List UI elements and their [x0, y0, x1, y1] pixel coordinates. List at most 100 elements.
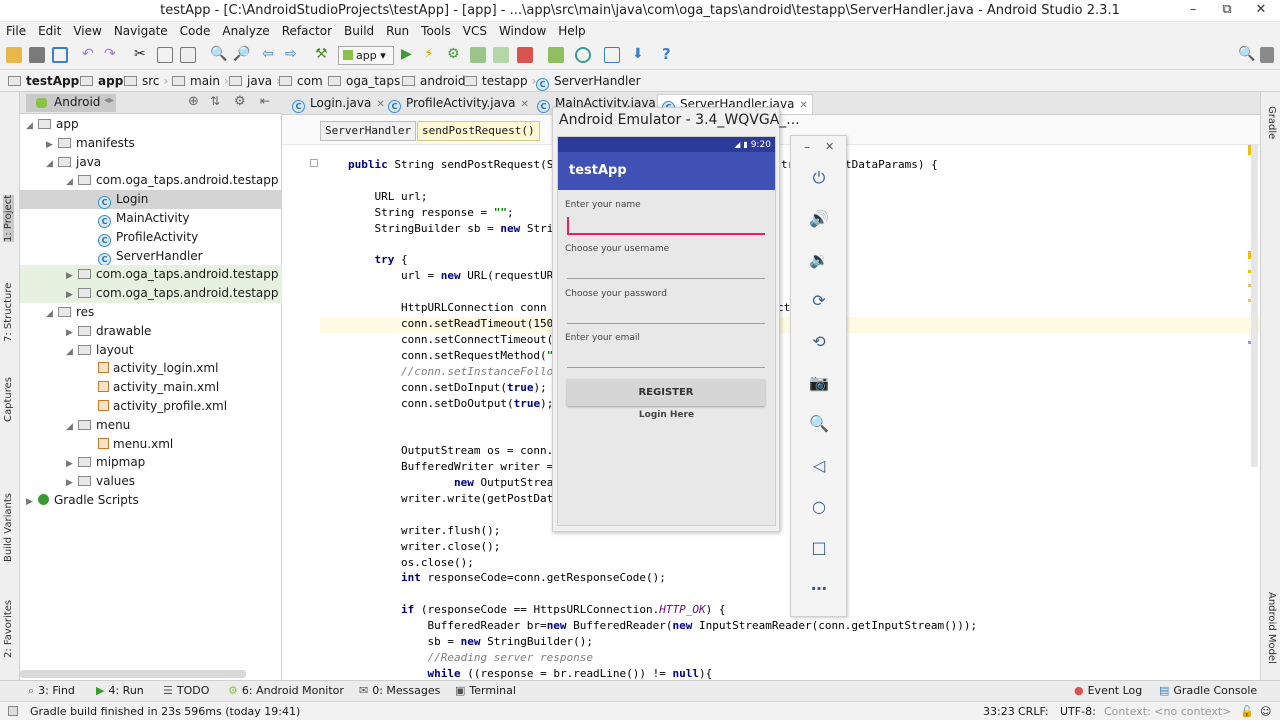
emulator-window[interactable]: Android Emulator - 3.4_WQVGA_... ◢ ▮ 9:20 … [552, 107, 800, 532]
apply-changes-icon[interactable]: ⚡ [424, 47, 440, 63]
scroll-from-source-icon[interactable]: ⊕ [188, 94, 199, 109]
file-encoding[interactable]: UTF-8: [1060, 705, 1096, 718]
tree-node[interactable]: ▶ Gradle Scripts [20, 491, 282, 510]
stop-icon[interactable] [517, 47, 533, 63]
tree-node[interactable]: ▶com.oga_taps.android.testapp(test) [20, 284, 315, 304]
gradle-tool-tab[interactable]: Gradle [1266, 106, 1277, 139]
email-field[interactable] [567, 348, 765, 366]
menu-code[interactable]: Code [174, 22, 217, 38]
overview-icon[interactable]: □ [807, 536, 831, 560]
nav-crumb[interactable]: testApp› [8, 74, 88, 88]
make-project-icon[interactable]: ⚒ [315, 47, 331, 63]
tree-node[interactable]: ◢ app [20, 115, 282, 134]
tree-node[interactable]: activity_main.xml [20, 378, 282, 397]
volume-down-icon[interactable]: 🔉 [807, 248, 831, 272]
more-icon[interactable]: ⋯ [807, 577, 831, 601]
tree-node[interactable]: C ProfileActivity [20, 228, 282, 247]
undo-icon[interactable]: ↶ [82, 47, 98, 63]
menu-tools[interactable]: Tools [415, 22, 457, 38]
inspector-icon[interactable]: ☺ [1260, 705, 1271, 718]
collapse-all-icon[interactable]: ⇅ [210, 94, 220, 108]
menu-edit[interactable]: Edit [32, 22, 67, 38]
tree-node[interactable]: ◢ com.oga_taps.android.testapp [20, 171, 282, 190]
breadcrumb-class[interactable]: ServerHandler [320, 121, 417, 141]
minimize-button[interactable]: – [1176, 0, 1210, 22]
nav-crumb[interactable]: main › [172, 74, 229, 88]
tool-6-android-monitor[interactable]: ⚙ 6: Android Monitor [228, 684, 344, 697]
tree-node[interactable]: ◢ java [20, 153, 282, 172]
tree-node[interactable]: activity_login.xml [20, 359, 282, 378]
settings-gear-icon[interactable]: ⚙ [234, 94, 246, 109]
username-field[interactable] [567, 259, 765, 277]
save-icon[interactable] [29, 47, 45, 63]
nav-crumb[interactable]: java› [229, 74, 281, 88]
context-indicator[interactable]: Context: <no context> [1104, 705, 1231, 718]
camera-icon[interactable]: 📷 [807, 371, 831, 395]
build-variants-tool-tab[interactable]: Build Variants [3, 493, 14, 562]
status-panel-icon[interactable] [8, 706, 18, 716]
debug-icon[interactable]: ⚙ [447, 47, 463, 63]
captures-tool-tab[interactable]: Captures [3, 377, 14, 422]
run-config-select[interactable]: app ▾ [338, 46, 394, 65]
editor-tab[interactable]: C ProfileActivity.java ✕ [384, 94, 533, 114]
copy-icon[interactable] [157, 47, 173, 63]
editor-vertical-scrollbar[interactable] [1251, 145, 1258, 467]
tree-node[interactable]: ▶ values [20, 472, 282, 491]
structure-tool-tab[interactable]: 7: Structure [3, 283, 14, 342]
close-tab-icon[interactable]: ✕ [520, 99, 528, 110]
menu-help[interactable]: Help [552, 22, 591, 38]
tree-node[interactable]: C MainActivity [20, 209, 282, 228]
menu-file[interactable]: File [0, 22, 32, 38]
line-separator[interactable]: CRLF: [1018, 705, 1049, 718]
volume-up-icon[interactable]: 🔊 [807, 207, 831, 231]
download-icon[interactable]: ⬇ [632, 47, 648, 63]
rotate-right-icon[interactable]: ⟲ [807, 330, 831, 354]
menu-analyze[interactable]: Analyze [216, 22, 275, 38]
view-switch-icon[interactable]: ◂▸ [104, 95, 114, 106]
menu-navigate[interactable]: Navigate [108, 22, 174, 38]
menu-build[interactable]: Build [338, 22, 380, 38]
tool-gradle-console[interactable]: ▤ Gradle Console [1159, 684, 1257, 697]
sdk-manager-icon[interactable] [548, 47, 564, 63]
rotate-left-icon[interactable]: ⟳ [807, 289, 831, 313]
hide-panel-icon[interactable]: ⇤ [260, 94, 270, 108]
status-message[interactable]: Gradle build finished in 23s 596ms (toda… [30, 705, 300, 718]
caret-position[interactable]: 33:23 [983, 705, 1015, 718]
tree-node[interactable]: ▶ manifests [20, 134, 282, 153]
project-view-select[interactable]: Android [26, 94, 116, 112]
tree-node[interactable]: ▶ drawable [20, 322, 282, 341]
find-icon[interactable]: 🔍 [210, 47, 227, 63]
tool-3-find[interactable]: ⌕ 3: Find [28, 684, 75, 698]
nav-crumb[interactable]: com› [279, 74, 331, 88]
android-model-tool-tab[interactable]: Android Model [1266, 592, 1277, 664]
help-icon[interactable]: ? [662, 47, 678, 63]
tree-node[interactable]: ▶com.oga_taps.android.testapp(andr [20, 265, 315, 285]
close-tab-icon[interactable]: ✕ [799, 100, 807, 111]
event-settings-icon[interactable] [1260, 47, 1274, 63]
coverage-icon[interactable] [470, 47, 486, 63]
tool-todo[interactable]: ☰ TODO [163, 684, 209, 697]
redo-icon[interactable]: ↷ [104, 47, 120, 63]
restore-button[interactable]: ⧉ [1210, 0, 1244, 22]
breadcrumb-method[interactable]: sendPostRequest() [417, 121, 540, 141]
tree-node[interactable]: activity_profile.xml [20, 397, 282, 416]
emulator-close-icon[interactable]: ✕ [825, 140, 834, 153]
emulator-screen[interactable]: ◢ ▮ 9:20 testApp Enter your name Choose yo… [557, 136, 776, 526]
tree-node[interactable]: ◢ res [20, 303, 282, 322]
back-icon[interactable]: ◁ [807, 454, 831, 478]
close-window-button[interactable]: ✕ [1244, 0, 1278, 22]
nav-crumb[interactable]: oga_taps› [328, 74, 409, 88]
tree-node[interactable]: ▶ mipmap [20, 453, 282, 472]
attach-debugger-icon[interactable] [493, 47, 509, 63]
name-field[interactable] [567, 217, 765, 233]
fold-marker-icon[interactable] [310, 159, 318, 167]
home-icon[interactable]: ○ [807, 495, 831, 519]
power-icon[interactable]: ⏻ [807, 166, 831, 190]
emulator-minimize-icon[interactable]: – [804, 140, 810, 154]
tool-4-run[interactable]: ▶ 4: Run [96, 684, 144, 697]
paste-icon[interactable] [180, 47, 196, 63]
zoom-icon[interactable]: 🔍 [807, 412, 831, 436]
sync-icon[interactable] [52, 47, 68, 63]
cut-icon[interactable]: ✂ [134, 47, 150, 63]
tool-event-log[interactable]: ● Event Log [1074, 684, 1142, 697]
